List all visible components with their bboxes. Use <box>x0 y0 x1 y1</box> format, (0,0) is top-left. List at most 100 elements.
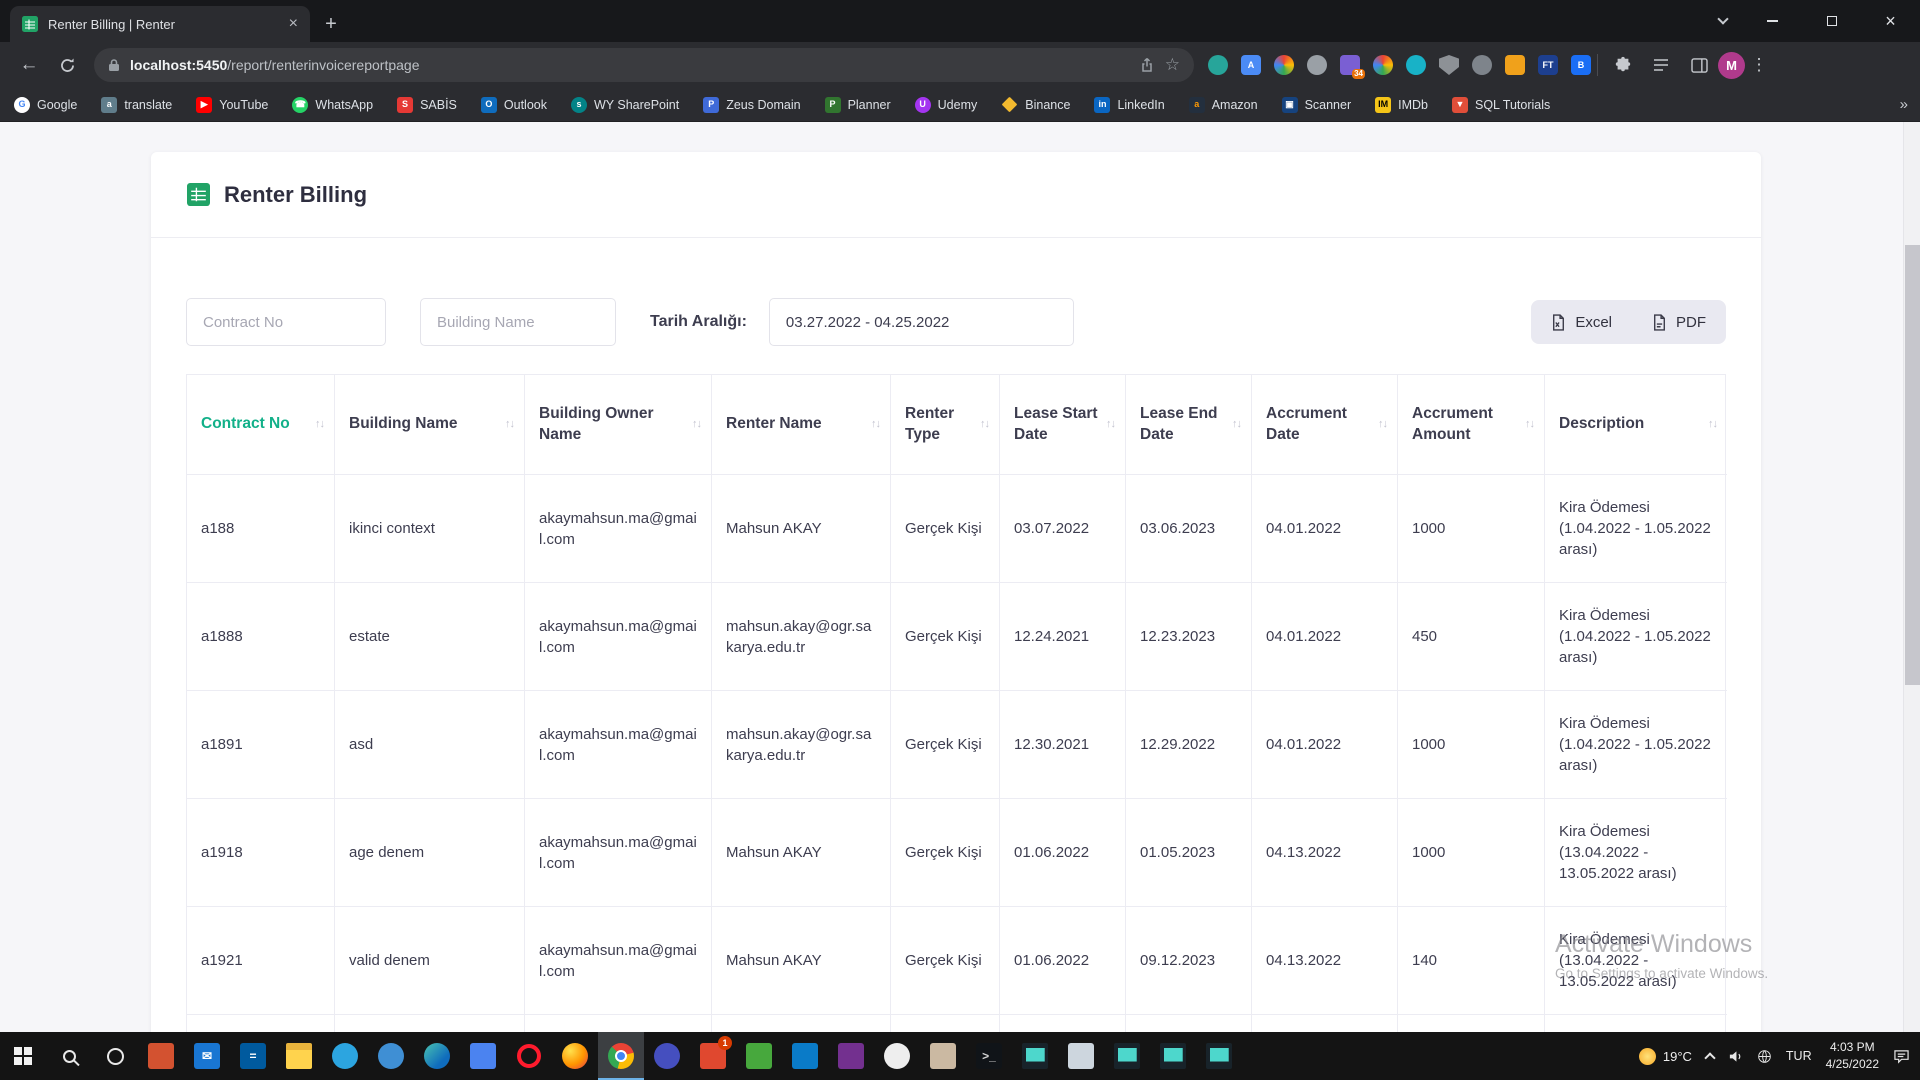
browser-menu-icon[interactable]: ⋮ <box>1745 55 1773 75</box>
rainbow-extension-icon[interactable] <box>1274 55 1294 75</box>
translate-extension-icon[interactable]: A <box>1241 55 1261 75</box>
bookmark-sharepoint[interactable]: sWY SharePoint <box>571 97 679 113</box>
tab-close-icon[interactable]: × <box>289 16 298 32</box>
new-tab-button[interactable]: + <box>316 9 346 39</box>
taskbar-app-telegram[interactable] <box>322 1032 368 1080</box>
bookmark-star-icon[interactable]: ☆ <box>1165 55 1180 75</box>
side-panel-icon[interactable] <box>1680 46 1718 84</box>
taskbar-app-calculator[interactable]: = <box>230 1032 276 1080</box>
bookmark-binance[interactable]: Binance <box>1001 98 1070 112</box>
bookmarks-overflow-icon[interactable]: » <box>1900 96 1906 113</box>
taskbar-app-paint[interactable] <box>1058 1032 1104 1080</box>
cortana-button[interactable] <box>92 1032 138 1080</box>
taskbar-app-rdp-1[interactable] <box>1104 1032 1150 1080</box>
bookmark-whatsapp[interactable]: ☎WhatsApp <box>292 97 373 113</box>
bookmark-sabis[interactable]: SSABİS <box>397 97 457 113</box>
weather-widget[interactable]: 19°C <box>1639 1048 1692 1065</box>
column-header-contract-no[interactable]: Contract No↑↓ <box>187 375 335 475</box>
column-header-description[interactable]: Description↑↓ <box>1545 375 1727 475</box>
language-indicator[interactable]: TUR <box>1786 1049 1812 1063</box>
column-header-accrument-amount[interactable]: Accrument Amount↑↓ <box>1398 375 1545 475</box>
taskbar-app-teams[interactable] <box>460 1032 506 1080</box>
taskbar-app-visual-studio[interactable] <box>828 1032 874 1080</box>
date-range-input[interactable] <box>769 298 1074 346</box>
taskbar-app-cmd[interactable]: >_ <box>966 1032 1012 1080</box>
cloud-extension-icon[interactable] <box>1208 55 1228 75</box>
column-header-accrument-date[interactable]: Accrument Date↑↓ <box>1252 375 1398 475</box>
taskbar-app-mail[interactable]: ✉ <box>184 1032 230 1080</box>
close-button[interactable]: × <box>1861 0 1920 42</box>
taskbar-app-opera[interactable] <box>506 1032 552 1080</box>
taskbar-app-discord[interactable] <box>644 1032 690 1080</box>
excel-export-label: Excel <box>1575 314 1612 331</box>
taskbar-app-guitar[interactable] <box>920 1032 966 1080</box>
bookmark-scanner[interactable]: ▣Scanner <box>1282 97 1352 113</box>
lightning-extension-icon[interactable] <box>1505 55 1525 75</box>
network-icon[interactable] <box>1757 1049 1772 1064</box>
bookmark-youtube[interactable]: ▶YouTube <box>196 97 268 113</box>
excel-export-button[interactable]: Excel <box>1531 300 1632 344</box>
taskbar-app-office[interactable] <box>138 1032 184 1080</box>
bookmark-linkedin[interactable]: inLinkedIn <box>1094 97 1164 113</box>
back-button[interactable]: ← <box>10 46 48 84</box>
bookmark-udemy[interactable]: UUdemy <box>915 97 978 113</box>
clock-widget[interactable]: 4:03 PM 4/25/2022 <box>1826 1039 1879 1074</box>
column-header-renter-name[interactable]: Renter Name↑↓ <box>712 375 891 475</box>
start-button[interactable] <box>0 1032 46 1080</box>
badge-extension-icon[interactable]: 34 <box>1340 55 1360 75</box>
profile-avatar[interactable]: M <box>1718 52 1745 79</box>
building-name-input[interactable] <box>420 298 616 346</box>
teal-extension-icon[interactable] <box>1406 55 1426 75</box>
taskbar-app-green[interactable] <box>736 1032 782 1080</box>
browser-tab[interactable]: Renter Billing | Renter × <box>10 6 310 42</box>
bookmark-imdb[interactable]: IMIMDb <box>1375 97 1428 113</box>
pdf-export-button[interactable]: PDF <box>1632 300 1726 344</box>
bookmark-sql-tutorials[interactable]: ▼SQL Tutorials <box>1452 97 1550 113</box>
bookmark-amazon[interactable]: aAmazon <box>1189 97 1258 113</box>
taskbar-app-rdp-2[interactable] <box>1150 1032 1196 1080</box>
taskbar-app-file-explorer[interactable] <box>276 1032 322 1080</box>
orange-extension-icon[interactable] <box>1373 55 1393 75</box>
page-scrollbar[interactable] <box>1903 122 1920 1032</box>
speaker-icon[interactable] <box>1728 1049 1743 1064</box>
bookmark-google[interactable]: GGoogle <box>14 97 77 113</box>
bookmark-planner[interactable]: PPlanner <box>825 97 891 113</box>
address-bar[interactable]: localhost:5450/report/renterinvoicerepor… <box>94 48 1194 82</box>
table-cell <box>1545 1015 1727 1032</box>
contract-no-input[interactable] <box>186 298 386 346</box>
column-header-lease-start-date[interactable]: Lease Start Date↑↓ <box>1000 375 1126 475</box>
ft-extension-icon[interactable]: FT <box>1538 55 1558 75</box>
taskbar-app-chrome[interactable] <box>598 1032 644 1080</box>
shield-extension-icon[interactable] <box>1439 55 1459 75</box>
taskbar-app-rainmeter[interactable] <box>368 1032 414 1080</box>
tab-search-chevron-icon[interactable] <box>1703 0 1743 42</box>
taskbar-app-rdp-3[interactable] <box>1196 1032 1242 1080</box>
taskbar-app-firefox[interactable] <box>552 1032 598 1080</box>
maximize-button[interactable] <box>1802 0 1861 42</box>
column-header-renter-type[interactable]: Renter Type↑↓ <box>891 375 1000 475</box>
column-header-building-name[interactable]: Building Name↑↓ <box>335 375 525 475</box>
taskbar-app-monitor[interactable] <box>1012 1032 1058 1080</box>
bookmark-zeus-domain[interactable]: PZeus Domain <box>703 97 800 113</box>
gray-extension-icon[interactable] <box>1307 55 1327 75</box>
extensions-puzzle-icon[interactable] <box>1604 46 1642 84</box>
scrollbar-thumb[interactable] <box>1905 245 1920 685</box>
bookmark-outlook[interactable]: OOutlook <box>481 97 547 113</box>
hidden-icons-chevron-icon[interactable] <box>1704 1052 1715 1063</box>
taskbar-app-alarm[interactable]: 1 <box>690 1032 736 1080</box>
bookmark-translate[interactable]: atranslate <box>101 97 172 113</box>
reading-list-icon[interactable] <box>1642 46 1680 84</box>
camera-extension-icon[interactable] <box>1472 55 1492 75</box>
column-header-building-owner-name[interactable]: Building Owner Name↑↓ <box>525 375 712 475</box>
taskbar-app-football[interactable] <box>874 1032 920 1080</box>
taskbar-app-vscode[interactable] <box>782 1032 828 1080</box>
b-extension-icon[interactable]: B <box>1571 55 1591 75</box>
column-header-lease-end-date[interactable]: Lease End Date↑↓ <box>1126 375 1252 475</box>
minimize-button[interactable] <box>1743 0 1802 42</box>
action-center-icon[interactable] <box>1893 1049 1910 1064</box>
share-icon[interactable] <box>1139 57 1155 73</box>
taskbar-app-edge[interactable] <box>414 1032 460 1080</box>
taskbar-search-button[interactable] <box>46 1032 92 1080</box>
reload-button[interactable] <box>48 46 86 84</box>
lock-icon[interactable] <box>108 58 120 72</box>
